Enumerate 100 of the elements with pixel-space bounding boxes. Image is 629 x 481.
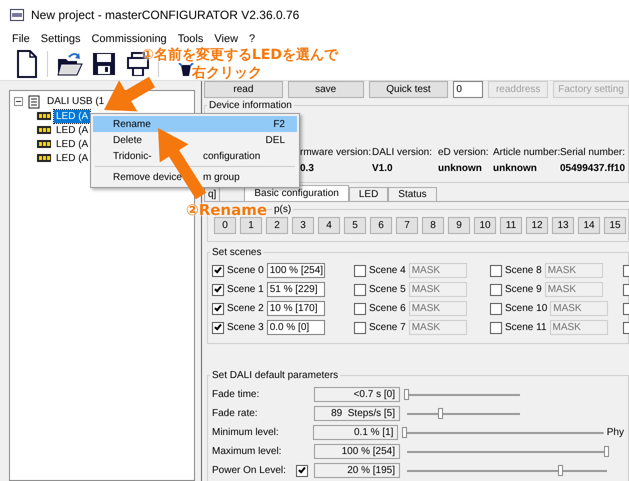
scene-value-field[interactable]: 0.0 % [0] bbox=[266, 320, 325, 335]
parameter-label: Minimum level: bbox=[212, 427, 280, 438]
parameter-field: 100 % [254] bbox=[314, 444, 400, 459]
group-title: Device information bbox=[208, 100, 293, 111]
checkbox[interactable] bbox=[212, 284, 224, 296]
save-icon[interactable] bbox=[92, 51, 116, 77]
led-icon bbox=[37, 139, 51, 149]
scene-label: Scene 5 bbox=[369, 284, 406, 295]
action-button: Factory setting bbox=[553, 81, 629, 98]
group-button[interactable]: 15 bbox=[604, 217, 626, 234]
checkbox[interactable] bbox=[212, 264, 224, 276]
action-button[interactable]: save bbox=[288, 81, 364, 98]
window-title: New project - masterCONFIGURATOR V2.36.0.76 bbox=[31, 8, 300, 22]
checkbox[interactable] bbox=[490, 264, 502, 276]
checkbox[interactable] bbox=[354, 264, 366, 276]
group-button[interactable]: 8 bbox=[422, 217, 444, 234]
menu-item[interactable]: View bbox=[214, 32, 238, 44]
menu-item[interactable]: Commissioning bbox=[91, 32, 167, 44]
scene-label: Scene 7 bbox=[369, 322, 406, 333]
scene-value-field[interactable]: MASK bbox=[408, 320, 467, 335]
checkbox[interactable] bbox=[296, 464, 308, 476]
group-button[interactable]: 4 bbox=[318, 217, 340, 234]
tab[interactable]: LED bbox=[348, 187, 388, 201]
scene-value-field[interactable]: MASK bbox=[550, 301, 608, 316]
checkbox[interactable] bbox=[212, 302, 224, 314]
group-button[interactable]: 12 bbox=[526, 217, 548, 234]
menu-item[interactable]: File bbox=[12, 32, 30, 44]
group-button[interactable]: 6 bbox=[370, 217, 392, 234]
group-button[interactable]: 14 bbox=[578, 217, 600, 234]
scene-label: Scene 11 bbox=[505, 322, 547, 333]
scene-value-field[interactable]: MASK bbox=[408, 263, 467, 278]
tab[interactable]: Basic configuration bbox=[244, 185, 349, 201]
tree-item[interactable]: LED (A bbox=[54, 110, 90, 122]
checkbox[interactable] bbox=[354, 322, 366, 334]
group-button[interactable]: 7 bbox=[396, 217, 418, 234]
info-label: Serial number: bbox=[560, 147, 626, 158]
group-title: p(s) bbox=[273, 204, 292, 215]
usb-device-icon bbox=[27, 94, 41, 108]
group-button[interactable]: 1 bbox=[240, 217, 262, 234]
info-label: eD version: bbox=[438, 147, 490, 158]
open-folder-icon[interactable] bbox=[57, 51, 83, 77]
menu-item[interactable]: Remove device m group bbox=[93, 169, 297, 185]
menu-item-label: configuration bbox=[203, 150, 260, 162]
checkbox[interactable] bbox=[212, 322, 224, 334]
info-value: unknown bbox=[438, 163, 483, 174]
parameter-field: 20 % [195] bbox=[314, 463, 400, 478]
new-document-icon[interactable] bbox=[16, 50, 38, 78]
parameter-field: 89 Steps/s [5] bbox=[314, 406, 400, 421]
scene-value-field[interactable]: 10 % [170] bbox=[266, 301, 325, 316]
scene-value-field[interactable]: MASK bbox=[408, 301, 467, 316]
group-button[interactable]: 3 bbox=[292, 217, 314, 234]
action-button[interactable]: read bbox=[204, 81, 283, 98]
tree-item[interactable]: DALI USB (1 bbox=[45, 95, 106, 108]
menu-item[interactable]: Tridonic- configuration bbox=[93, 148, 297, 164]
info-value: unknown bbox=[493, 163, 538, 174]
action-button[interactable]: Quick test bbox=[368, 81, 448, 98]
menu-item[interactable]: ? bbox=[249, 32, 256, 44]
menu-item[interactable]: Rename F2 bbox=[93, 116, 297, 132]
tree-item[interactable]: LED (A bbox=[54, 152, 90, 164]
group-button[interactable]: 13 bbox=[552, 217, 574, 234]
group-button[interactable]: 5 bbox=[344, 217, 366, 234]
scene-label: Scene 8 bbox=[505, 265, 542, 276]
tab[interactable]: Status bbox=[388, 187, 437, 201]
checkbox[interactable] bbox=[354, 284, 366, 296]
checkbox[interactable] bbox=[490, 302, 502, 314]
scene-value-field[interactable]: 100 % [254] bbox=[266, 263, 325, 278]
group-button[interactable]: 9 bbox=[448, 217, 470, 234]
menu-item[interactable]: Settings bbox=[40, 32, 80, 44]
led-icon bbox=[37, 153, 51, 163]
tree-item[interactable]: LED (A bbox=[54, 124, 90, 136]
menu-item-label: Tridonic- bbox=[113, 150, 153, 162]
scene-value-field[interactable]: 51 % [229] bbox=[266, 282, 325, 297]
menu-item-label: Remove device bbox=[113, 172, 183, 182]
info-label: DALI version: bbox=[372, 147, 434, 158]
group-button[interactable]: 10 bbox=[474, 217, 496, 234]
tab[interactable]: q] bbox=[204, 187, 220, 201]
info-label: rmware version: bbox=[300, 147, 372, 158]
scene-value-field[interactable]: MASK bbox=[544, 263, 603, 278]
parameter-note: Phy bbox=[606, 427, 624, 438]
checkbox[interactable] bbox=[354, 302, 366, 314]
checkbox[interactable] bbox=[490, 322, 502, 334]
menu-item-label: Rename bbox=[113, 118, 151, 130]
scene-value-field[interactable]: MASK bbox=[544, 282, 603, 297]
group-title: Set scenes bbox=[211, 247, 262, 258]
menu-item-label: m group bbox=[203, 172, 240, 182]
group-button[interactable]: 0 bbox=[214, 217, 236, 234]
checkbox[interactable] bbox=[490, 284, 502, 296]
scene-label: Scene 3 bbox=[227, 322, 264, 333]
address-field[interactable]: 0 bbox=[453, 81, 484, 98]
group-button[interactable]: 2 bbox=[266, 217, 288, 234]
collapse-icon[interactable] bbox=[14, 97, 23, 106]
group-button[interactable]: 11 bbox=[500, 217, 522, 234]
menu-item[interactable]: Tools bbox=[178, 32, 204, 44]
parameter-label: Power On Level: bbox=[212, 465, 287, 476]
parameter-label: Fade time: bbox=[212, 389, 260, 400]
tree-item[interactable]: LED (A bbox=[54, 138, 90, 150]
scene-value-field[interactable]: MASK bbox=[550, 320, 608, 335]
menu-item[interactable]: Delete DEL bbox=[93, 132, 297, 148]
scene-value-field[interactable]: MASK bbox=[408, 282, 467, 297]
app-icon bbox=[10, 8, 24, 20]
